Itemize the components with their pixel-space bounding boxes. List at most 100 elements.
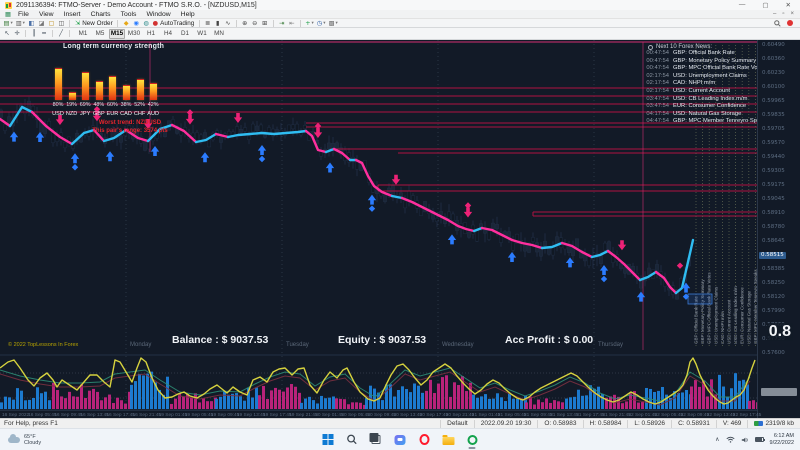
zoom-out-button[interactable]: ⊖ xyxy=(250,19,260,27)
price-axis-label[interactable]: 0.59835 xyxy=(762,112,785,119)
file-explorer-button[interactable] xyxy=(442,433,455,446)
metaeditor-button[interactable]: ◆ xyxy=(121,19,131,27)
price-axis-label[interactable]: 0.60360 xyxy=(762,56,785,63)
timeframe-h4-button[interactable]: H4 xyxy=(160,29,176,39)
menu-item-tools[interactable]: Tools xyxy=(116,11,142,18)
chat-button[interactable] xyxy=(394,433,407,446)
zoom-in-button[interactable]: ⊕ xyxy=(240,19,250,27)
community-button[interactable]: ◉ xyxy=(131,19,141,27)
menu-item-window[interactable]: Window xyxy=(141,11,175,18)
timeframe-h1-button[interactable]: H1 xyxy=(143,29,159,39)
histogram-bar xyxy=(549,403,552,409)
upcoming-news-vertical-label: CAD: NHPI m/m xyxy=(720,311,725,344)
search-icon[interactable] xyxy=(774,20,781,27)
menu-item-help[interactable]: Help xyxy=(176,11,200,18)
menu-item-insert[interactable]: Insert xyxy=(59,11,86,18)
terminal-button[interactable]: ◫ xyxy=(56,19,66,27)
price-axis-label[interactable]: 0.60230 xyxy=(762,70,785,77)
trendline-button[interactable]: ╱ xyxy=(56,30,66,38)
price-axis-label[interactable]: 0.58910 xyxy=(762,210,785,217)
profiles-button[interactable]: ▥▾ xyxy=(14,19,26,27)
price-axis-label[interactable]: 0.59705 xyxy=(762,126,785,133)
start-button[interactable] xyxy=(322,433,335,446)
timeframe-m1-button[interactable]: M1 xyxy=(75,29,91,39)
menu-item-view[interactable]: View xyxy=(34,11,59,18)
chart-area[interactable]: GBP: Official Bank RateGBP: Monetary Pol… xyxy=(0,40,800,418)
sell-arrow-icon xyxy=(464,208,472,218)
wifi-icon[interactable] xyxy=(726,436,735,443)
horizontal-line-button[interactable]: ━ xyxy=(39,30,49,38)
price-axis-label[interactable]: 0.60490 xyxy=(762,42,785,49)
data-window-button[interactable]: ◪ xyxy=(36,19,46,27)
price-axis-label[interactable]: 0.57600 xyxy=(762,350,785,357)
chart-shift-button[interactable]: ⇤ xyxy=(287,19,297,27)
opera-button[interactable] xyxy=(418,433,431,446)
tile-windows-button[interactable]: ⊞ xyxy=(260,19,270,27)
navigator-button[interactable]: ▢ xyxy=(46,19,56,27)
cursor-button[interactable]: ↖ xyxy=(2,30,12,38)
minimize-button[interactable]: — xyxy=(739,1,746,9)
active-app-button[interactable] xyxy=(466,433,479,446)
volume-icon[interactable] xyxy=(741,436,749,444)
new-chart-button[interactable]: ▤▾ xyxy=(2,19,14,27)
time-axis[interactable]: 16 Sep 202216 Sep 05:4516 Sep 09:4516 Se… xyxy=(0,410,757,418)
histogram-bar xyxy=(339,399,342,409)
price-axis-label[interactable]: 0.59175 xyxy=(762,182,785,189)
new-order-button[interactable]: ⇲New Order xyxy=(73,19,114,27)
line-chart-button[interactable]: ∿ xyxy=(223,19,233,27)
weather-widget[interactable]: 65°FCloudy xyxy=(0,434,70,446)
web-terminal-button[interactable]: ◍ xyxy=(141,19,151,27)
price-axis-label[interactable]: 0.59305 xyxy=(762,168,785,175)
timeframe-m15-button[interactable]: M15 xyxy=(109,29,125,39)
timeframe-m30-button[interactable]: M30 xyxy=(126,29,142,39)
child-minimize-button[interactable]: – xyxy=(773,11,776,17)
close-button[interactable]: ✕ xyxy=(786,1,791,9)
price-axis-label[interactable]: 0.60100 xyxy=(762,84,785,91)
histogram-bar xyxy=(243,401,246,409)
child-close-button[interactable]: × xyxy=(790,11,794,17)
time-axis-label: 16 Sep 09:45 xyxy=(54,413,83,418)
child-restore-button[interactable]: ▫ xyxy=(782,11,784,17)
indicators-button[interactable]: +▾ xyxy=(304,19,316,27)
battery-icon[interactable] xyxy=(755,437,764,442)
auto-scroll-button[interactable]: ⇥ xyxy=(277,19,287,27)
news-item: 00:47:54GBP: Monetary Policy Summary xyxy=(640,58,757,66)
timeframe-w1-button[interactable]: W1 xyxy=(194,29,210,39)
price-axis-label[interactable]: 0.58250 xyxy=(762,280,785,287)
bar-chart-button[interactable]: ≣ xyxy=(203,19,213,27)
histogram-bar xyxy=(429,380,432,409)
price-axis-label[interactable]: 0.57990 xyxy=(762,308,785,315)
timeframe-m5-button[interactable]: M5 xyxy=(92,29,108,39)
status-profile[interactable]: Default xyxy=(440,420,474,428)
price-axis-label[interactable]: 0.59965 xyxy=(762,98,785,105)
vertical-line-button[interactable]: ┃ xyxy=(29,30,39,38)
candlestick-chart-button[interactable]: ▮ xyxy=(213,19,223,27)
price-axis-label[interactable]: 0.58780 xyxy=(762,224,785,231)
price-axis-label[interactable]: 0.59045 xyxy=(762,196,785,203)
timeframe-d1-button[interactable]: D1 xyxy=(177,29,193,39)
market-watch-button[interactable]: ◧ xyxy=(26,19,36,27)
price-axis[interactable]: 0.60490 0.60360 0.60230 0.60100 0.59965 0.598… xyxy=(757,40,800,418)
timeframe-mn-button[interactable]: MN xyxy=(211,29,227,39)
maximize-button[interactable]: ▢ xyxy=(762,1,768,9)
current-price-label[interactable]: 0.58515 xyxy=(759,252,786,259)
taskbar-search-button[interactable] xyxy=(346,433,359,446)
menu-item-file[interactable]: File xyxy=(13,11,34,18)
menu-item-charts[interactable]: Charts xyxy=(86,11,116,18)
price-axis-label[interactable]: 0.59570 xyxy=(762,140,785,147)
periods-button[interactable]: ◷▾ xyxy=(315,19,327,27)
templates-button[interactable]: ▩▾ xyxy=(327,19,339,27)
price-axis-label[interactable]: 0.59440 xyxy=(762,154,785,161)
price-axis-label[interactable]: 0.58385 xyxy=(762,266,785,273)
task-view-button[interactable] xyxy=(370,433,383,446)
taskbar-clock[interactable]: 6:12 AM 9/22/2022 xyxy=(770,433,794,446)
tray-chevron-up-icon[interactable]: ∧ xyxy=(715,436,719,443)
news-name: EUR: Consumer Confidence xyxy=(673,103,746,111)
forex-news-panel: Next 10 Forex News: 00:47:54GBP: Officia… xyxy=(640,44,757,126)
price-axis-label[interactable]: 0.58120 xyxy=(762,294,785,301)
histogram-bar xyxy=(381,400,384,409)
autotrading-button[interactable]: ●AutoTrading xyxy=(151,19,196,27)
notifications-bell-icon[interactable] xyxy=(787,20,793,26)
crosshair-button[interactable]: ✛ xyxy=(12,30,22,38)
price-axis-label[interactable]: 0.58645 xyxy=(762,238,785,245)
